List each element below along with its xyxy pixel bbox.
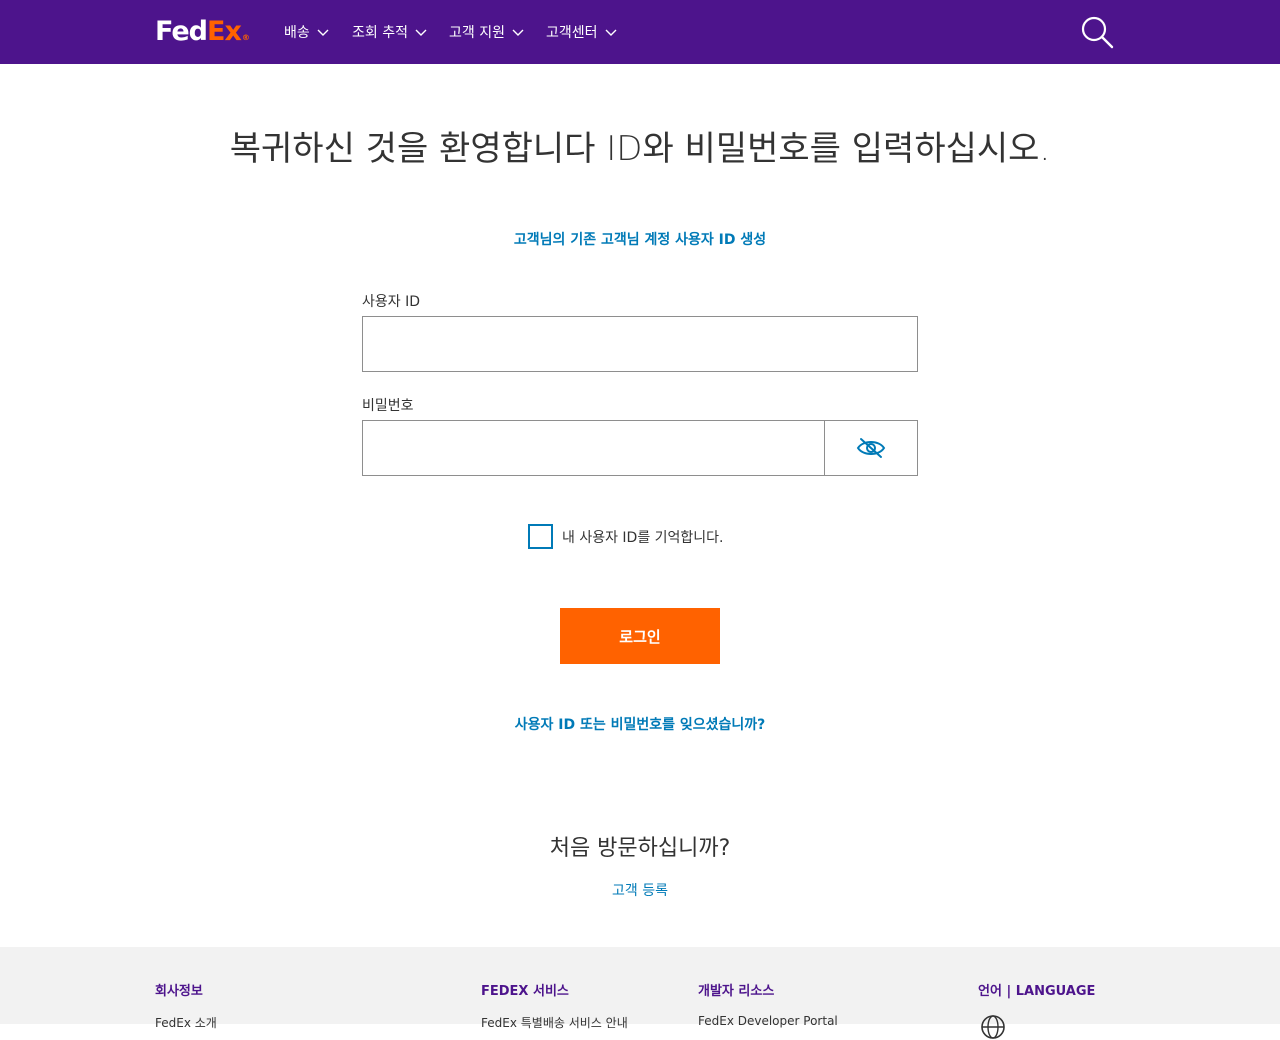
nav-item-shipping[interactable]: 배송 (284, 22, 330, 42)
nav-item-label: 고객 지원 (449, 25, 505, 41)
remember-me-label: 내 사용자 ID를 기억합니다. (562, 529, 724, 546)
nav-item-tracking[interactable]: 조회 추적 (352, 22, 428, 42)
page-title: 복귀하신 것을 환영합니다 ID와 비밀번호를 입력하십시오. (229, 129, 1051, 169)
nav-item-label: 고객센터 (546, 25, 598, 41)
chevron-down-icon (415, 29, 427, 36)
logo-ex: Ex (207, 16, 242, 47)
search-icon[interactable] (1080, 15, 1114, 49)
fedex-logo[interactable]: FedEx® (155, 16, 250, 52)
footer-link-developer-portal[interactable]: FedEx Developer Portal (698, 1014, 838, 1028)
nav-item-label: 배송 (284, 25, 310, 41)
forgot-credentials-link[interactable]: 사용자 ID 또는 비밀번호를 잊으셨습니까? (0, 714, 1280, 734)
signup-link[interactable]: 고객 등록 (0, 880, 1280, 900)
create-user-id-link[interactable]: 고객님의 기존 고객님 계정 사용자 ID 생성 (0, 229, 1280, 249)
nav-item-customer-center[interactable]: 고객센터 (546, 22, 618, 42)
chevron-down-icon (512, 29, 524, 36)
login-button[interactable]: 로그인 (560, 608, 720, 664)
password-label: 비밀번호 (362, 398, 414, 414)
globe-icon[interactable] (980, 1014, 1006, 1040)
remember-me: 내 사용자 ID를 기억합니다. (528, 524, 724, 549)
logo-reg: ® (241, 33, 250, 42)
password-visibility-toggle[interactable] (824, 420, 918, 476)
user-id-label: 사용자 ID (362, 294, 420, 310)
footer-col-title-language: 언어 | LANGUAGE (978, 984, 1096, 999)
nav-item-label: 조회 추적 (352, 25, 408, 41)
new-user-heading: 처음 방문하십니까? (549, 836, 731, 861)
footer-link-about[interactable]: FedEx 소개 (155, 1014, 217, 1031)
chevron-down-icon (317, 29, 329, 36)
footer-col-title-company: 회사정보 (155, 984, 203, 999)
footer-col-title-developer: 개발자 리소스 (698, 984, 775, 999)
remember-me-checkbox[interactable] (528, 524, 553, 549)
eye-slash-icon (856, 438, 886, 458)
nav-item-support[interactable]: 고객 지원 (449, 22, 525, 42)
password-input[interactable] (362, 420, 825, 476)
user-id-input[interactable] (362, 316, 918, 372)
footer-link-services[interactable]: FedEx 특별배송 서비스 안내 (481, 1014, 628, 1031)
logo-fed: Fed (155, 16, 208, 47)
chevron-down-icon (605, 29, 617, 36)
site-header: FedEx® 배송 조회 추적 고객 지원 고객센터 (0, 0, 1280, 64)
footer-col-title-services: FEDEX 서비스 (481, 984, 569, 999)
